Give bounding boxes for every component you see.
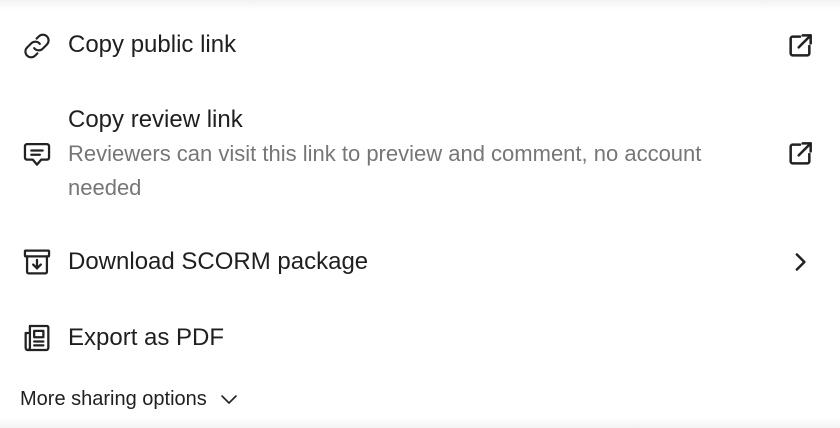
document-icon — [20, 321, 54, 355]
chevron-down-icon — [217, 387, 241, 411]
archive-download-icon — [20, 245, 54, 279]
comment-icon — [20, 137, 54, 171]
export-as-pdf-label: Export as PDF — [68, 324, 225, 351]
external-link-icon[interactable] — [783, 29, 817, 63]
external-link-icon[interactable] — [783, 137, 817, 171]
more-sharing-options-label: More sharing options — [20, 388, 207, 410]
copy-review-link-option[interactable]: Copy review link Reviewers can visit thi… — [0, 104, 840, 208]
copy-review-link-description: Reviewers can visit this link to preview… — [68, 141, 702, 200]
download-scorm-package-option[interactable]: Download SCORM package — [0, 242, 840, 282]
export-as-pdf-option[interactable]: Export as PDF — [0, 318, 840, 358]
copy-public-link-label: Copy public link — [68, 31, 237, 58]
copy-public-link-option[interactable]: Copy public link — [0, 26, 840, 66]
top-edge-shadow — [0, 0, 840, 10]
chevron-right-icon[interactable] — [783, 245, 817, 279]
download-scorm-package-label: Download SCORM package — [68, 248, 369, 275]
more-sharing-options-toggle[interactable]: More sharing options — [20, 384, 241, 414]
copy-review-link-label: Copy review link — [68, 106, 243, 133]
bottom-edge-shadow — [0, 418, 840, 428]
link-icon — [20, 29, 54, 63]
